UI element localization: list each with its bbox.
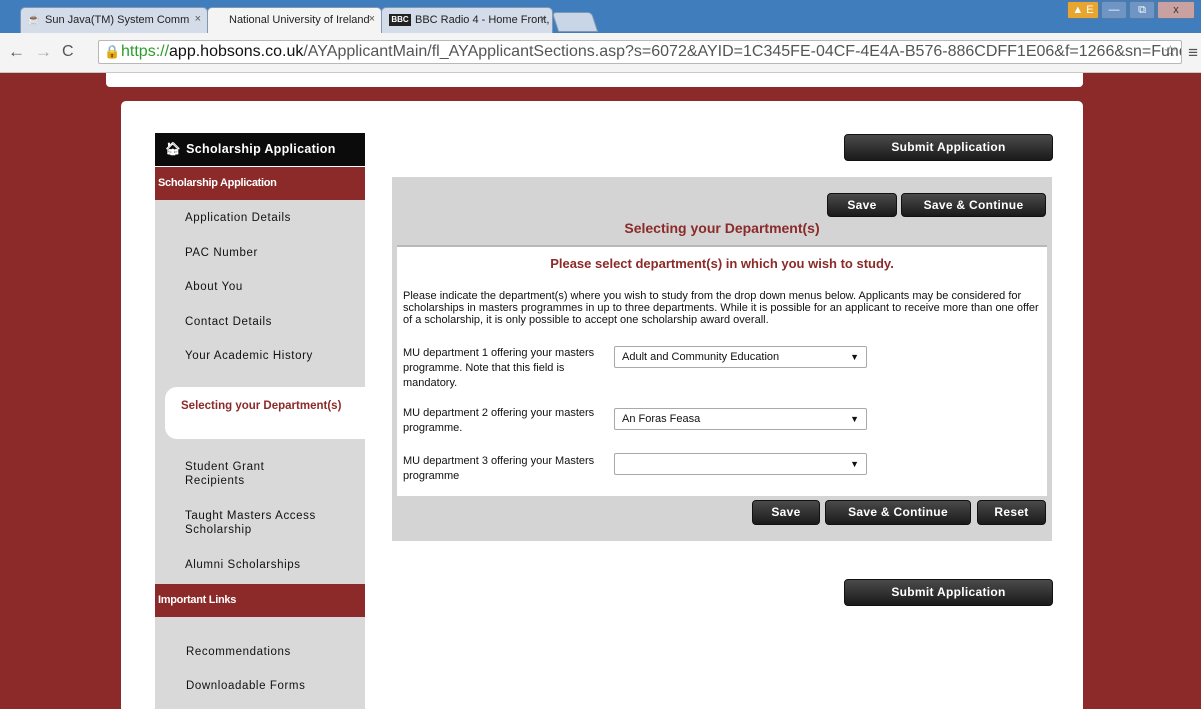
forward-arrow-icon[interactable]: → (35, 43, 52, 61)
home-icon: 🏠︎ (165, 142, 182, 156)
bookmark-star-icon[interactable]: ☆ (1164, 41, 1177, 63)
sidebar-item-taught-masters[interactable]: Taught Masters Access Scholarship (155, 509, 335, 537)
save-button-top[interactable]: Save (827, 193, 897, 217)
tab-sun-java[interactable]: ☕ Sun Java(TM) System Comm × (20, 7, 208, 33)
sidebar-link-recommendations[interactable]: Recommendations (156, 645, 366, 659)
close-window-button[interactable]: x (1157, 1, 1195, 19)
url-scheme: https:// (121, 43, 170, 60)
sidebar-item-contact-details[interactable]: Contact Details (155, 315, 365, 329)
tab-label: BBC Radio 4 - Home Front, 1 (415, 14, 553, 26)
department-1-label: MU department 1 offering your masters pr… (403, 347, 595, 389)
sidebar-item-student-grant[interactable]: Student Grant Recipients (155, 460, 325, 488)
restore-button[interactable]: ⧉ (1129, 1, 1155, 19)
sidebar-links-list: Recommendations Downloadable Forms (155, 617, 365, 709)
lock-icon: 🔒 (104, 44, 121, 59)
sidebar-header[interactable]: 🏠︎ Scholarship Application (155, 133, 365, 166)
sidebar-item-application-details[interactable]: Application Details (155, 211, 365, 225)
form-subtitle: Please select department(s) in which you… (550, 256, 894, 271)
browser-tabstrip: ☕ Sun Java(TM) System Comm × National Un… (0, 0, 1201, 34)
page-header-strip (106, 73, 1083, 87)
browser-toolbar: ← → C 🔒 https://app.hobsons.co.uk/AYAppl… (0, 33, 1201, 73)
reset-button[interactable]: Reset (977, 500, 1046, 525)
sidebar-link-downloadable-forms[interactable]: Downloadable Forms (156, 679, 366, 693)
sidebar-section-scholarship[interactable]: Scholarship Application (155, 167, 365, 200)
department-3-select[interactable]: ▼ (614, 453, 867, 475)
sidebar-item-pac-number[interactable]: PAC Number (155, 246, 365, 260)
tab-close-icon[interactable]: × (195, 13, 201, 25)
department-3-label: MU department 3 offering your Masters pr… (403, 455, 595, 482)
dropdown-caret-icon: ▼ (850, 414, 859, 424)
save-continue-button-top[interactable]: Save & Continue (901, 193, 1046, 217)
bbc-icon: BBC (389, 14, 411, 26)
menu-icon[interactable]: ≡ (1188, 43, 1198, 63)
intro-text: Please indicate the department(s) where … (403, 290, 1039, 326)
tab-national-university[interactable]: National University of Ireland × (207, 7, 382, 34)
department-1-value: Adult and Community Education (622, 351, 780, 363)
tab-close-icon[interactable]: × (540, 13, 546, 25)
back-arrow-icon[interactable]: ← (8, 43, 25, 61)
sidebar-nav-list: Application Details PAC Number About You… (155, 200, 365, 584)
url-host: app.hobsons.co.uk (169, 43, 304, 60)
department-2-label: MU department 2 offering your masters pr… (403, 407, 595, 434)
submit-application-button-bottom[interactable]: Submit Application (844, 579, 1053, 606)
address-bar[interactable]: 🔒 https://app.hobsons.co.uk/AYApplicantM… (98, 40, 1182, 64)
tab-bbc-radio[interactable]: BBC BBC Radio 4 - Home Front, 1 × (381, 7, 553, 33)
department-1-select[interactable]: Adult and Community Education ▼ (614, 346, 867, 368)
save-continue-button-bottom[interactable]: Save & Continue (825, 500, 971, 525)
dropdown-caret-icon: ▼ (850, 459, 859, 469)
sidebar-item-alumni[interactable]: Alumni Scholarships (155, 558, 365, 572)
submit-application-button-top[interactable]: Submit Application (844, 134, 1053, 161)
tab-label: National University of Ireland (229, 14, 370, 26)
extension-badge[interactable]: ▲ E (1067, 1, 1099, 19)
url-path: /AYApplicantMain/fl_AYApplicantSections.… (303, 43, 1182, 60)
tab-close-icon[interactable]: × (369, 13, 375, 25)
java-icon: ☕ (27, 14, 41, 26)
reload-icon[interactable]: C (62, 43, 74, 61)
window-controls: ▲ E — ⧉ x (1067, 1, 1195, 19)
minimize-button[interactable]: — (1101, 1, 1127, 19)
page-title: Selecting your Department(s) (624, 220, 820, 236)
department-2-select[interactable]: An Foras Feasa ▼ (614, 408, 867, 430)
tab-label: Sun Java(TM) System Comm (45, 14, 190, 26)
save-button-bottom[interactable]: Save (752, 500, 820, 525)
department-2-value: An Foras Feasa (622, 413, 701, 425)
sidebar-header-label: Scholarship Application (186, 142, 336, 156)
dropdown-caret-icon: ▼ (850, 352, 859, 362)
sidebar-item-about-you[interactable]: About You (155, 280, 365, 294)
sidebar-item-academic-history[interactable]: Your Academic History (155, 349, 365, 363)
sidebar-item-selecting-department[interactable]: Selecting your Department(s) (165, 387, 365, 439)
sidebar-section-important-links[interactable]: Important Links (155, 584, 365, 617)
new-tab-button[interactable] (551, 12, 599, 32)
